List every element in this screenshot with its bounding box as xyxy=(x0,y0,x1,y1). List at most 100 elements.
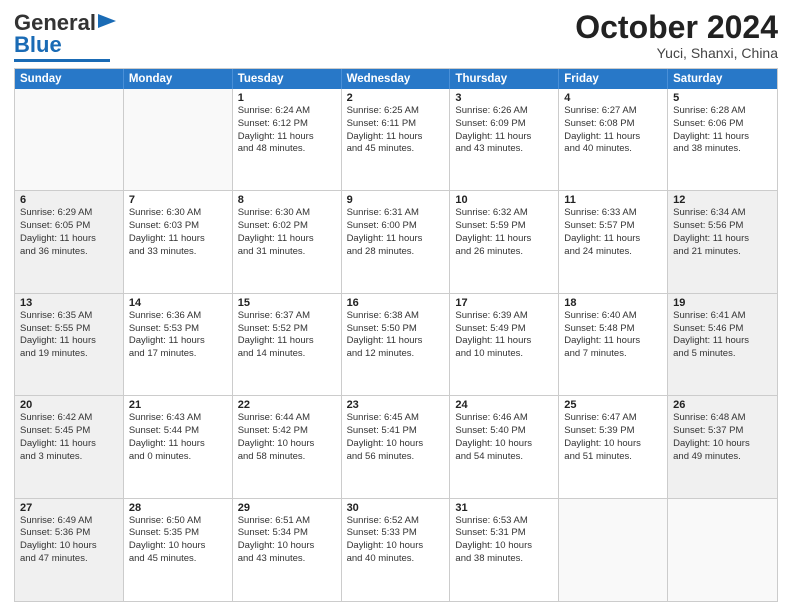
calendar-cell: 25Sunrise: 6:47 AMSunset: 5:39 PMDayligh… xyxy=(559,396,668,497)
cell-text: and 54 minutes. xyxy=(455,451,553,464)
calendar: SundayMondayTuesdayWednesdayThursdayFrid… xyxy=(14,68,778,602)
cell-text: Daylight: 10 hours xyxy=(455,540,553,553)
day-number: 19 xyxy=(673,297,772,309)
calendar-cell: 12Sunrise: 6:34 AMSunset: 5:56 PMDayligh… xyxy=(668,191,777,292)
cell-text: Sunrise: 6:26 AM xyxy=(455,105,553,118)
cell-text: Sunset: 6:09 PM xyxy=(455,118,553,131)
cell-text: Sunrise: 6:44 AM xyxy=(238,412,336,425)
cell-text: Sunset: 5:39 PM xyxy=(564,425,662,438)
cell-text: Sunrise: 6:45 AM xyxy=(347,412,445,425)
cell-text: Sunrise: 6:38 AM xyxy=(347,310,445,323)
calendar-cell: 8Sunrise: 6:30 AMSunset: 6:02 PMDaylight… xyxy=(233,191,342,292)
cell-text: Sunset: 5:35 PM xyxy=(129,527,227,540)
calendar-cell: 16Sunrise: 6:38 AMSunset: 5:50 PMDayligh… xyxy=(342,294,451,395)
cell-text: Sunset: 5:46 PM xyxy=(673,323,772,336)
month-title: October 2024 xyxy=(575,10,778,45)
cell-text: Sunset: 5:31 PM xyxy=(455,527,553,540)
cell-text: Daylight: 11 hours xyxy=(238,335,336,348)
location: Yuci, Shanxi, China xyxy=(575,45,778,61)
cell-text: and 47 minutes. xyxy=(20,553,118,566)
cell-text: Daylight: 11 hours xyxy=(129,438,227,451)
cell-text: Sunrise: 6:32 AM xyxy=(455,207,553,220)
cell-text: Sunrise: 6:35 AM xyxy=(20,310,118,323)
cell-text: and 26 minutes. xyxy=(455,246,553,259)
cell-text: Daylight: 11 hours xyxy=(673,131,772,144)
cell-text: Daylight: 10 hours xyxy=(238,540,336,553)
cell-text: and 38 minutes. xyxy=(673,143,772,156)
cell-text: and 14 minutes. xyxy=(238,348,336,361)
calendar-cell: 6Sunrise: 6:29 AMSunset: 6:05 PMDaylight… xyxy=(15,191,124,292)
day-number: 12 xyxy=(673,194,772,206)
calendar-cell: 22Sunrise: 6:44 AMSunset: 5:42 PMDayligh… xyxy=(233,396,342,497)
cell-text: Daylight: 11 hours xyxy=(129,233,227,246)
day-number: 30 xyxy=(347,502,445,514)
cell-text: and 40 minutes. xyxy=(347,553,445,566)
calendar-cell: 19Sunrise: 6:41 AMSunset: 5:46 PMDayligh… xyxy=(668,294,777,395)
day-number: 9 xyxy=(347,194,445,206)
cell-text: and 40 minutes. xyxy=(564,143,662,156)
cell-text: Sunset: 6:02 PM xyxy=(238,220,336,233)
day-number: 1 xyxy=(238,92,336,104)
cell-text: Sunset: 5:36 PM xyxy=(20,527,118,540)
calendar-row-4: 27Sunrise: 6:49 AMSunset: 5:36 PMDayligh… xyxy=(15,499,777,601)
cell-text: and 38 minutes. xyxy=(455,553,553,566)
logo: General Blue xyxy=(14,10,116,62)
calendar-cell: 15Sunrise: 6:37 AMSunset: 5:52 PMDayligh… xyxy=(233,294,342,395)
cell-text: Sunset: 5:34 PM xyxy=(238,527,336,540)
day-number: 10 xyxy=(455,194,553,206)
calendar-cell: 28Sunrise: 6:50 AMSunset: 5:35 PMDayligh… xyxy=(124,499,233,601)
calendar-cell: 5Sunrise: 6:28 AMSunset: 6:06 PMDaylight… xyxy=(668,89,777,190)
cell-text: Sunrise: 6:30 AM xyxy=(238,207,336,220)
cell-text: Sunset: 5:40 PM xyxy=(455,425,553,438)
day-number: 23 xyxy=(347,399,445,411)
header-day-monday: Monday xyxy=(124,69,233,89)
cell-text: Sunset: 6:03 PM xyxy=(129,220,227,233)
calendar-row-0: 1Sunrise: 6:24 AMSunset: 6:12 PMDaylight… xyxy=(15,89,777,191)
cell-text: Daylight: 11 hours xyxy=(347,131,445,144)
cell-text: Daylight: 10 hours xyxy=(347,438,445,451)
cell-text: Sunset: 5:50 PM xyxy=(347,323,445,336)
cell-text: Daylight: 10 hours xyxy=(455,438,553,451)
calendar-cell: 23Sunrise: 6:45 AMSunset: 5:41 PMDayligh… xyxy=(342,396,451,497)
day-number: 25 xyxy=(564,399,662,411)
calendar-cell: 9Sunrise: 6:31 AMSunset: 6:00 PMDaylight… xyxy=(342,191,451,292)
cell-text: and 36 minutes. xyxy=(20,246,118,259)
day-number: 18 xyxy=(564,297,662,309)
header-day-thursday: Thursday xyxy=(450,69,559,89)
cell-text: and 28 minutes. xyxy=(347,246,445,259)
cell-text: Sunrise: 6:49 AM xyxy=(20,515,118,528)
cell-text: Sunset: 5:56 PM xyxy=(673,220,772,233)
cell-text: Sunrise: 6:31 AM xyxy=(347,207,445,220)
day-number: 5 xyxy=(673,92,772,104)
calendar-row-2: 13Sunrise: 6:35 AMSunset: 5:55 PMDayligh… xyxy=(15,294,777,396)
cell-text: Sunset: 5:52 PM xyxy=(238,323,336,336)
calendar-cell: 29Sunrise: 6:51 AMSunset: 5:34 PMDayligh… xyxy=(233,499,342,601)
cell-text: Daylight: 11 hours xyxy=(238,233,336,246)
calendar-body: 1Sunrise: 6:24 AMSunset: 6:12 PMDaylight… xyxy=(15,89,777,601)
cell-text: Sunset: 6:08 PM xyxy=(564,118,662,131)
cell-text: Sunset: 5:41 PM xyxy=(347,425,445,438)
day-number: 6 xyxy=(20,194,118,206)
cell-text: Sunset: 6:05 PM xyxy=(20,220,118,233)
cell-text: Sunrise: 6:33 AM xyxy=(564,207,662,220)
calendar-cell: 3Sunrise: 6:26 AMSunset: 6:09 PMDaylight… xyxy=(450,89,559,190)
cell-text: Sunset: 5:55 PM xyxy=(20,323,118,336)
cell-text: and 45 minutes. xyxy=(347,143,445,156)
cell-text: Sunset: 5:33 PM xyxy=(347,527,445,540)
day-number: 22 xyxy=(238,399,336,411)
cell-text: and 7 minutes. xyxy=(564,348,662,361)
cell-text: and 43 minutes. xyxy=(238,553,336,566)
calendar-cell: 7Sunrise: 6:30 AMSunset: 6:03 PMDaylight… xyxy=(124,191,233,292)
cell-text: Sunrise: 6:39 AM xyxy=(455,310,553,323)
day-number: 15 xyxy=(238,297,336,309)
cell-text: Daylight: 10 hours xyxy=(20,540,118,553)
cell-text: Daylight: 11 hours xyxy=(238,131,336,144)
cell-text: Daylight: 10 hours xyxy=(347,540,445,553)
cell-text: and 24 minutes. xyxy=(564,246,662,259)
day-number: 7 xyxy=(129,194,227,206)
calendar-cell: 13Sunrise: 6:35 AMSunset: 5:55 PMDayligh… xyxy=(15,294,124,395)
cell-text: and 3 minutes. xyxy=(20,451,118,464)
day-number: 17 xyxy=(455,297,553,309)
cell-text: and 45 minutes. xyxy=(129,553,227,566)
calendar-cell xyxy=(15,89,124,190)
